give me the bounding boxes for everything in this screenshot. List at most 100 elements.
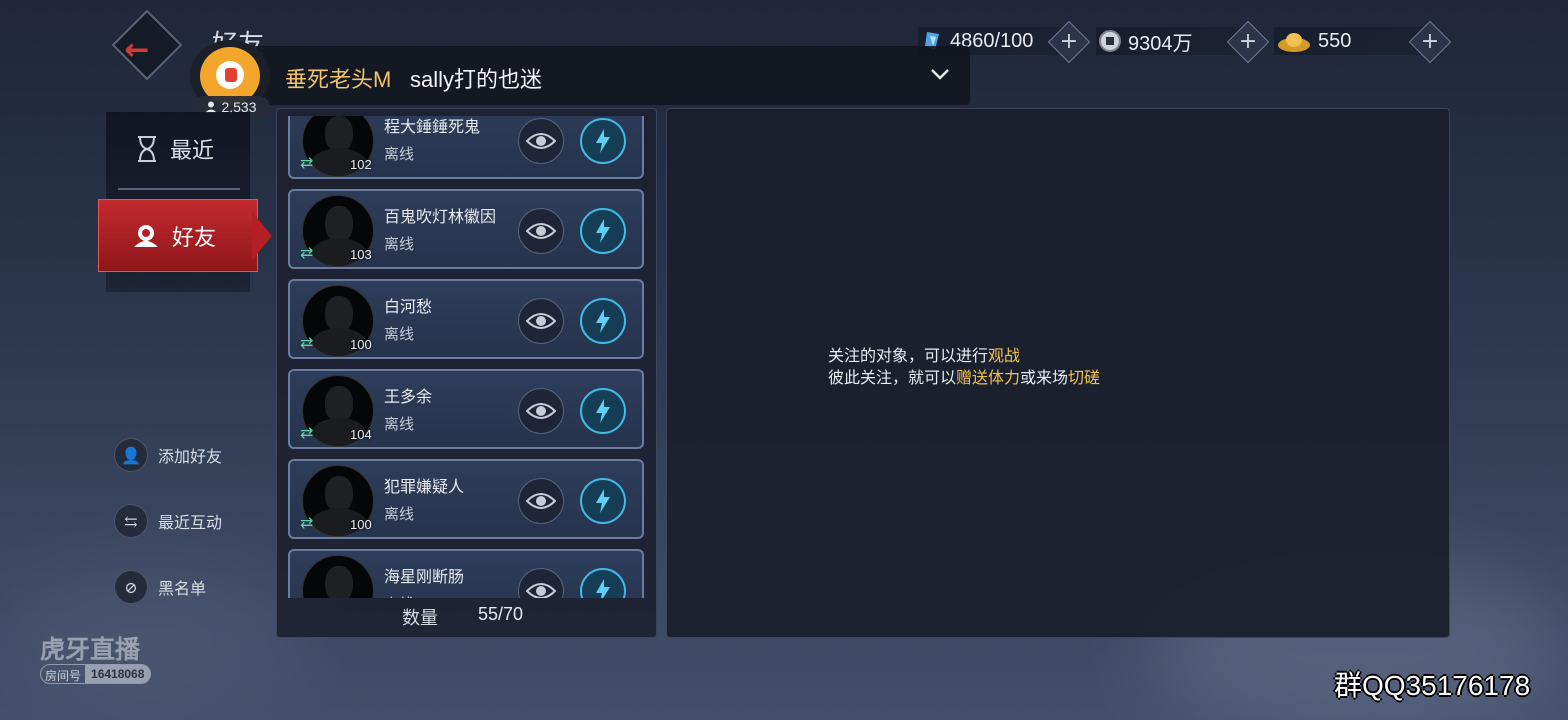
- friend-count-value: 55/70: [478, 604, 524, 624]
- plus-icon: +: [1420, 29, 1440, 54]
- friend-name: 王多余: [384, 387, 433, 406]
- tab-recent[interactable]: 最近: [136, 133, 214, 165]
- friend-count-label: 数量: [402, 608, 438, 629]
- watch-button[interactable]: [518, 478, 564, 524]
- lightning-send-icon: [596, 219, 610, 243]
- friend-status: 离线: [384, 235, 415, 253]
- chevron-down-icon[interactable]: [930, 62, 950, 86]
- friend-status: 离线: [384, 505, 415, 523]
- send-stamina-button[interactable]: [580, 208, 626, 254]
- qq-group-watermark: 群QQ35176178: [1334, 670, 1531, 701]
- swap-arrows-icon: ⇄: [300, 243, 314, 262]
- friend-status: 离线: [384, 325, 415, 343]
- friend-card[interactable]: ⇄ 100 犯罪嫌疑人 离线: [288, 459, 644, 539]
- friend-card[interactable]: 海星刚断肠 离线: [288, 549, 644, 598]
- tab-friends-pointer: [252, 212, 272, 260]
- lightning-send-icon: [596, 129, 610, 153]
- block-icon: ⊘: [114, 570, 148, 604]
- nav-divider: [118, 188, 240, 190]
- plus-icon: +: [1059, 29, 1079, 54]
- chat-username: 垂死老头M: [285, 67, 392, 92]
- eye-icon: [526, 133, 556, 149]
- back-arrow-icon: ←: [124, 32, 150, 68]
- hint-highlight: 切磋: [1068, 368, 1101, 387]
- coin-icon: [1098, 29, 1122, 53]
- friend-level: 102: [350, 157, 372, 172]
- friend-status: 离线: [384, 415, 415, 433]
- send-stamina-button[interactable]: [580, 388, 626, 434]
- eye-icon: [526, 403, 556, 419]
- swap-arrows-icon: ⇄: [300, 153, 314, 172]
- watch-button[interactable]: [518, 298, 564, 344]
- tab-friends-content[interactable]: 好友: [132, 220, 216, 252]
- add-stamina-button[interactable]: +: [1047, 20, 1091, 64]
- friend-level: 100: [350, 517, 372, 532]
- room-number-badge: 房间号 16418068: [40, 664, 152, 684]
- add-friend-label: 添加好友: [158, 447, 223, 466]
- room-number: 16418068: [85, 665, 151, 683]
- send-stamina-button[interactable]: [580, 298, 626, 344]
- lightning-send-icon: [596, 579, 610, 598]
- avatar: [302, 555, 374, 598]
- hint-text: 关注的对象，可以进行: [828, 346, 989, 365]
- friend-card[interactable]: ⇄ 100 白河愁 离线: [288, 279, 644, 359]
- eye-icon: [526, 313, 556, 329]
- friend-level: 100: [350, 337, 372, 352]
- hint-text: 或来场: [1020, 368, 1069, 387]
- hint-text: 彼此关注，就可以: [828, 368, 957, 387]
- friend-name: 程大錘錘死鬼: [384, 117, 481, 136]
- send-stamina-button[interactable]: [580, 118, 626, 164]
- swap-arrows-icon: ⇆: [114, 504, 148, 538]
- friend-card[interactable]: ⇄ 103 百鬼吹灯林徽因 离线: [288, 189, 644, 269]
- friend-level: 104: [350, 427, 372, 442]
- chat-message: sally打的也迷: [410, 67, 543, 92]
- hint-line-2: 彼此关注，就可以赠送体力或来场切磋: [828, 364, 1100, 388]
- back-button[interactable]: ←: [111, 9, 183, 81]
- friend-card[interactable]: ⇄ 104 王多余 离线: [288, 369, 644, 449]
- room-label: 房间号: [45, 669, 82, 683]
- watch-button[interactable]: [518, 388, 564, 434]
- currency-coin: 9304万: [1098, 26, 1193, 56]
- lightning-send-icon: [596, 309, 610, 333]
- tab-recent-label: 最近: [170, 139, 215, 164]
- gold-ingot-icon: [1276, 29, 1312, 53]
- add-coin-button[interactable]: +: [1226, 20, 1270, 64]
- send-stamina-button[interactable]: [580, 568, 626, 598]
- swap-arrows-icon: ⇄: [300, 513, 314, 532]
- eye-icon: [526, 493, 556, 509]
- recent-interaction-button[interactable]: ⇆ 最近互动: [114, 504, 222, 538]
- friend-name: 白河愁: [384, 297, 433, 316]
- friend-level: 103: [350, 247, 372, 262]
- hint-highlight: 赠送体力: [956, 368, 1021, 387]
- hint-highlight: 观战: [988, 346, 1021, 365]
- friend-status: 离线: [384, 145, 415, 163]
- lightning-send-icon: [596, 399, 610, 423]
- friend-name: 百鬼吹灯林徽因: [384, 207, 497, 226]
- lightning-send-icon: [596, 489, 610, 513]
- friend-name: 犯罪嫌疑人: [384, 477, 465, 496]
- watch-button[interactable]: [518, 208, 564, 254]
- blacklist-button[interactable]: ⊘ 黑名单: [114, 570, 206, 604]
- friend-card[interactable]: ⇄ 102 程大錘錘死鬼 离线: [288, 116, 644, 179]
- swap-arrows-icon: ⇄: [300, 333, 314, 352]
- hourglass-icon: [138, 136, 156, 162]
- friend-status: 离线: [384, 593, 414, 598]
- watch-button[interactable]: [518, 568, 564, 598]
- eye-icon: [526, 223, 556, 239]
- friend-list[interactable]: ⇄ 102 程大錘錘死鬼 离线 ⇄ 103 百鬼吹灯林徽因 离线 ⇄ 100 白…: [288, 116, 646, 598]
- currency-gold: 550: [1276, 26, 1351, 56]
- send-stamina-button[interactable]: [580, 478, 626, 524]
- add-friend-button[interactable]: 👤 添加好友: [114, 438, 222, 472]
- huya-logo: 虎牙直播: [40, 635, 141, 664]
- coin-value: 9304万: [1128, 32, 1193, 55]
- add-gold-button[interactable]: +: [1408, 20, 1452, 64]
- plus-icon: +: [1238, 29, 1258, 54]
- tab-friends-label: 好友: [172, 226, 217, 251]
- gold-value: 550: [1318, 29, 1352, 52]
- hint-line-1: 关注的对象，可以进行观战: [828, 342, 1020, 366]
- friends-icon: [134, 225, 158, 247]
- eye-icon: [526, 583, 556, 598]
- watch-button[interactable]: [518, 118, 564, 164]
- swap-arrows-icon: ⇄: [300, 423, 314, 442]
- blacklist-label: 黑名单: [158, 579, 207, 598]
